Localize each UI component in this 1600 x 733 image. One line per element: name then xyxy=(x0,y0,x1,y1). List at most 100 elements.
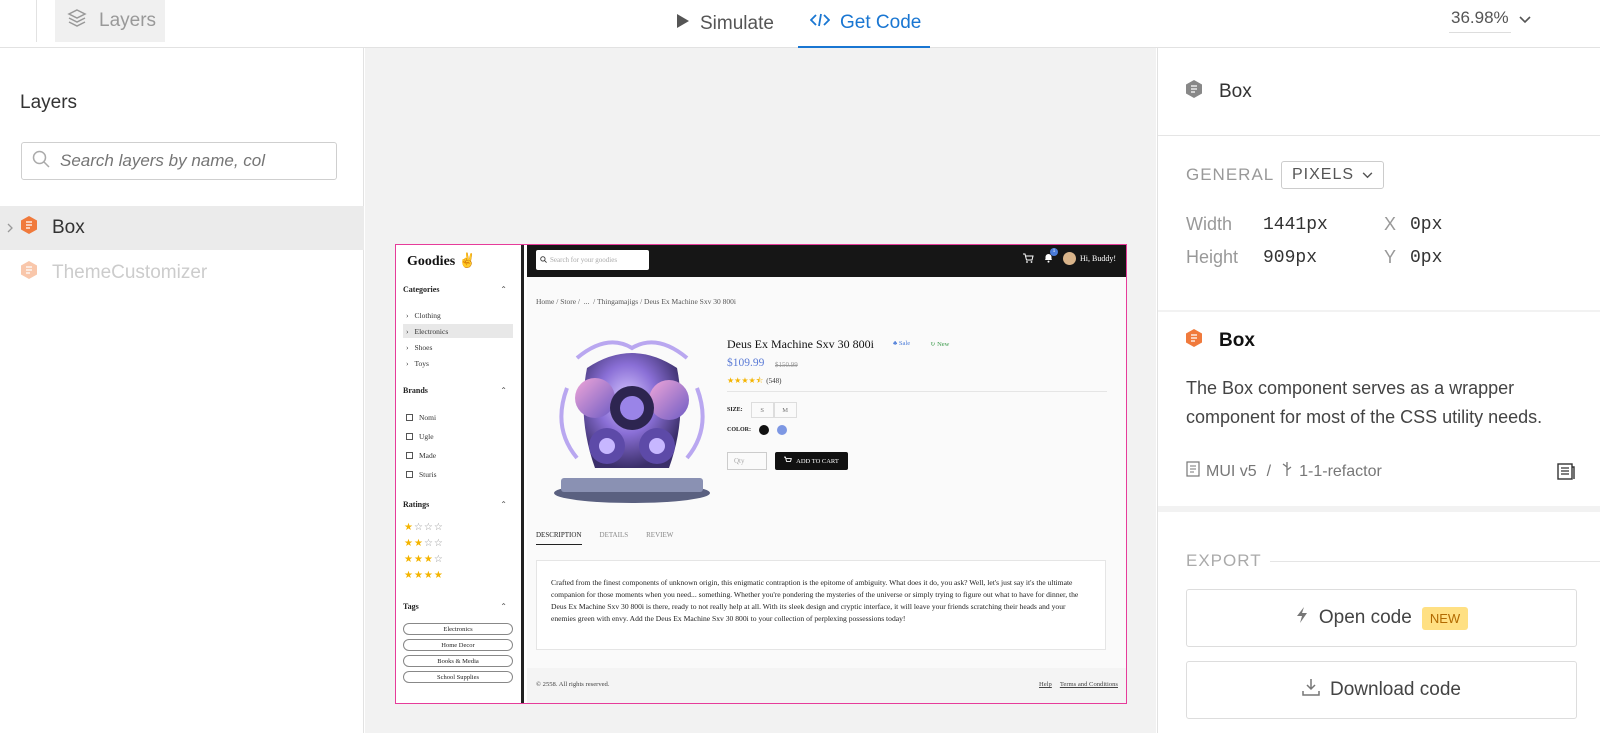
color-swatch-blue[interactable] xyxy=(777,425,787,435)
color-swatch-black[interactable] xyxy=(759,425,769,435)
product-rating: ★★★★⯪ (548) xyxy=(727,376,782,385)
quantity-input[interactable]: Qty xyxy=(727,452,767,470)
breadcrumb-item[interactable]: Home xyxy=(536,297,554,306)
download-code-button[interactable]: Download code xyxy=(1186,661,1577,719)
brand-checkbox[interactable]: Sturis xyxy=(403,467,513,481)
layer-item-label: ThemeCustomizer xyxy=(52,262,208,283)
breadcrumb-item[interactable]: Thingamajigs xyxy=(597,297,638,306)
category-item[interactable]: › Toys xyxy=(403,356,513,370)
top-toolbar: Layers Simulate Get Code 36.98% xyxy=(0,0,1600,48)
width-label: Width xyxy=(1186,214,1233,234)
ratings-heading: Ratings xyxy=(403,500,430,509)
component-hex-icon xyxy=(20,260,38,286)
breadcrumb-item[interactable]: Store xyxy=(560,297,576,306)
cart-icon[interactable] xyxy=(1023,253,1034,265)
lightning-icon xyxy=(1295,606,1309,630)
rating-filter-1[interactable]: ★☆☆☆ xyxy=(404,522,444,533)
chevron-right-icon: › xyxy=(406,326,409,336)
export-label: EXPORT xyxy=(1186,551,1262,570)
section-divider xyxy=(1158,310,1600,312)
zoom-select[interactable]: 36.98% xyxy=(1449,0,1531,38)
brand-checkbox[interactable]: Nomi xyxy=(403,410,513,424)
layers-panel-title: Layers xyxy=(20,92,78,113)
checkbox-icon[interactable] xyxy=(406,451,413,459)
product-description: Crafted from the finest components of un… xyxy=(536,560,1106,650)
open-code-button[interactable]: Open code NEW xyxy=(1186,589,1577,647)
tag-chip[interactable]: School Supplies xyxy=(403,671,513,683)
checkbox-icon[interactable] xyxy=(406,470,413,478)
chevron-up-icon[interactable]: ⌃ xyxy=(500,602,507,611)
chevron-up-icon[interactable]: ⌃ xyxy=(500,386,507,395)
add-to-cart-button[interactable]: ADD TO CART xyxy=(775,452,848,470)
layers-search-input[interactable] xyxy=(60,151,320,171)
avatar[interactable] xyxy=(1063,252,1076,265)
component-hex-icon xyxy=(20,215,38,241)
search-icon xyxy=(540,255,547,265)
chevron-up-icon[interactable]: ⌃ xyxy=(500,285,507,294)
size-option[interactable]: M xyxy=(773,402,797,418)
toolbar-divider xyxy=(36,0,37,42)
unit-select[interactable]: PIXELS xyxy=(1281,161,1384,189)
tab-details[interactable]: DETAILS xyxy=(600,531,629,545)
divider xyxy=(727,391,1107,392)
y-label: Y xyxy=(1384,247,1397,267)
brand-checkbox[interactable]: Made xyxy=(403,448,513,462)
selected-box-preview[interactable]: Goodies ✌ Categories ⌃ › Clothing › Electr… xyxy=(395,244,1127,704)
brand-checkbox[interactable]: Ugle xyxy=(403,429,513,443)
chevron-down-icon xyxy=(1362,166,1373,184)
product-price: $109.99 xyxy=(727,357,765,369)
chevron-up-icon[interactable]: ⌃ xyxy=(500,500,507,509)
checkbox-icon[interactable] xyxy=(406,432,413,440)
component-hex-icon xyxy=(1185,79,1203,105)
checkbox-icon[interactable] xyxy=(406,413,413,421)
tab-simulate[interactable]: Simulate xyxy=(676,0,774,48)
refresh-icon: ↻ xyxy=(930,341,936,348)
chevron-right-icon[interactable] xyxy=(0,221,20,236)
rating-filter-3[interactable]: ★★★☆ xyxy=(404,554,444,565)
tags-heading: Tags xyxy=(403,602,419,611)
tab-review[interactable]: REVIEW xyxy=(646,531,673,545)
category-item[interactable]: › Electronics xyxy=(403,324,513,338)
chevron-down-icon xyxy=(1519,9,1531,29)
category-item[interactable]: › Shoes xyxy=(403,340,513,354)
size-selector: SIZE: S M xyxy=(727,402,797,418)
tag-chip[interactable]: Home Decor xyxy=(403,639,513,651)
category-item[interactable]: › Clothing xyxy=(403,308,513,322)
tag-chip[interactable]: Books & Media xyxy=(403,655,513,667)
layers-search[interactable] xyxy=(21,142,337,180)
y-value: 0px xyxy=(1410,248,1443,268)
code-icon xyxy=(809,12,831,34)
component-description: The Box component serves as a wrapper co… xyxy=(1186,378,1543,427)
preview-footer: © 2558. All rights reserved. Help Terms … xyxy=(527,668,1126,703)
chevron-right-icon: › xyxy=(406,310,409,320)
rating-filter-4[interactable]: ★★★★ xyxy=(404,570,444,581)
design-canvas[interactable]: Goodies ✌ Categories ⌃ › Clothing › Electr… xyxy=(365,48,1156,733)
layer-item-box[interactable]: Box xyxy=(0,206,364,250)
tab-get-code[interactable]: Get Code xyxy=(798,0,930,48)
tag-chip[interactable]: Electronics xyxy=(403,623,513,635)
terms-link[interactable]: Terms and Conditions xyxy=(1060,681,1118,688)
branch-icon xyxy=(1281,461,1293,482)
layers-toggle-button[interactable]: Layers xyxy=(55,0,165,42)
component-name: Box xyxy=(1219,330,1255,351)
tab-description[interactable]: DESCRIPTION xyxy=(536,531,582,545)
layers-panel: Layers Box ThemeCustomizer xyxy=(0,48,364,733)
notification-badge: 1 xyxy=(1050,247,1058,256)
layer-item-themecustomizer[interactable]: ThemeCustomizer xyxy=(0,251,364,295)
branch-name: 1-1-refactor xyxy=(1299,462,1382,480)
preview-logo: Goodies ✌ xyxy=(407,254,477,269)
bell-icon[interactable]: 1 xyxy=(1044,247,1058,265)
greeting: Hi, Buddy! xyxy=(1080,254,1116,263)
preview-header: Search for your goodies 1 Hi, Buddy! xyxy=(527,245,1126,277)
preview-search[interactable]: Search for your goodies xyxy=(536,250,649,270)
help-link[interactable]: Help xyxy=(1039,681,1052,688)
size-option[interactable]: S xyxy=(750,402,774,418)
height-label: Height xyxy=(1186,247,1239,267)
documentation-icon[interactable] xyxy=(1556,461,1576,486)
rating-filter-2[interactable]: ★★☆☆ xyxy=(404,538,444,549)
size-label: SIZE: xyxy=(727,407,743,413)
download-code-label: Download code xyxy=(1330,679,1461,700)
x-label: X xyxy=(1384,214,1397,234)
breadcrumb-ellipsis[interactable]: ... xyxy=(584,297,590,306)
height-value: 909px xyxy=(1263,248,1318,268)
